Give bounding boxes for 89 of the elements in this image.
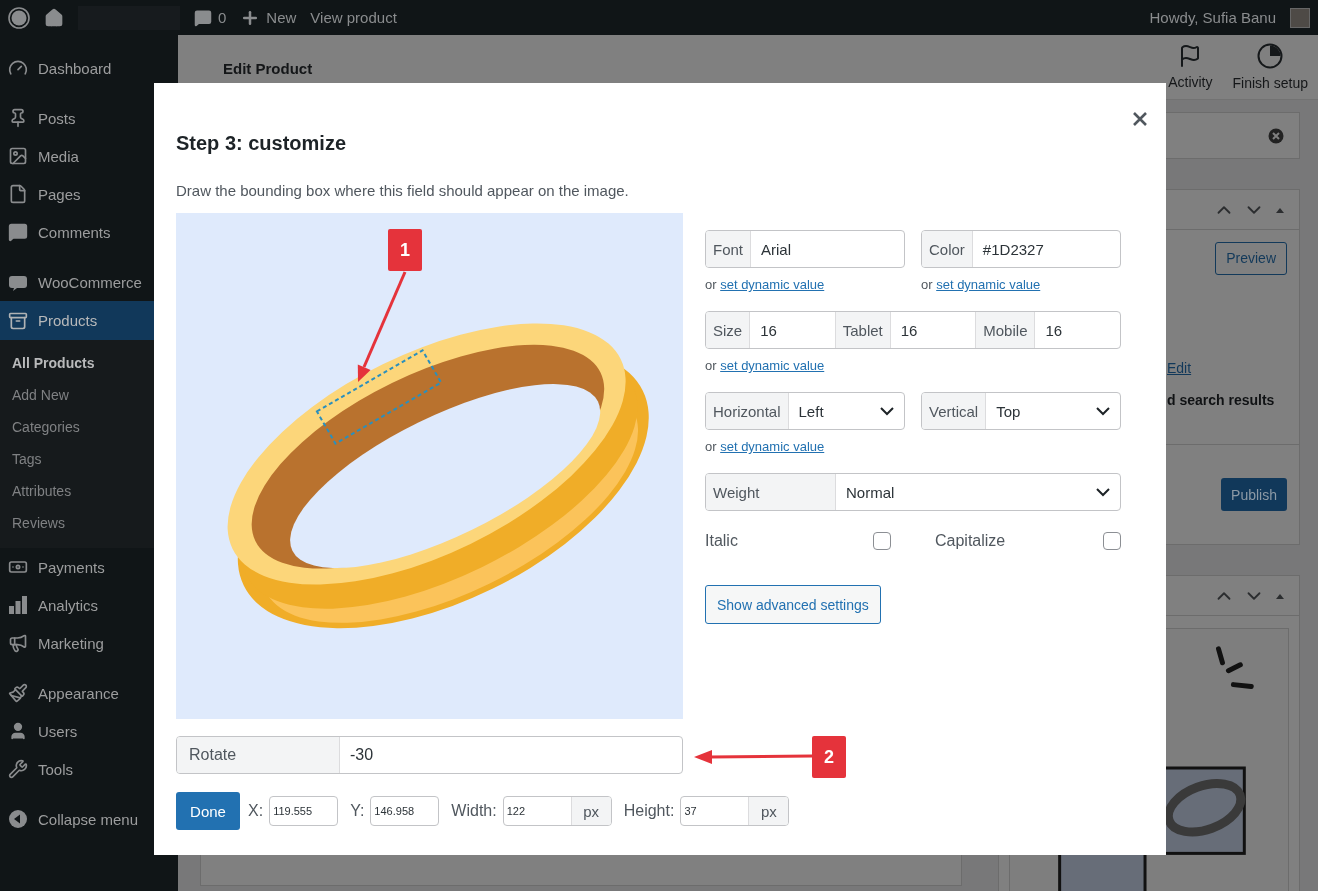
field-label: Size (706, 312, 751, 348)
text-field[interactable]: 16 (1035, 312, 1120, 348)
field-label: Tablet (835, 312, 891, 348)
text-field[interactable]: Arial (751, 231, 904, 267)
menu-item[interactable]: Analytics (0, 586, 178, 624)
home-icon[interactable] (44, 7, 64, 28)
collapse-menu-button[interactable]: Collapse menu (0, 800, 178, 838)
comment-icon (8, 222, 28, 242)
avatar[interactable] (1290, 7, 1310, 28)
dashboard-icon (8, 58, 28, 78)
number-field[interactable]: 119.555 (270, 797, 338, 825)
select-field[interactable]: Top (986, 393, 1120, 429)
dialog-description: Draw the bounding box where this field should appear on the image. (176, 181, 630, 201)
field-label: Horizontal (706, 393, 789, 429)
text-field[interactable]: #1D2327 (972, 231, 1120, 267)
header-action[interactable]: Activity (1158, 44, 1223, 90)
field-label: Color (922, 231, 973, 267)
close-icon (1133, 112, 1147, 126)
user-icon (8, 721, 28, 741)
field-label: Weight (706, 474, 836, 510)
dynamic-value-note: or set dynamic value (921, 276, 1042, 293)
text-field[interactable]: 16 (750, 312, 836, 348)
progress-icon (1257, 43, 1284, 69)
option-label: Italic (705, 532, 738, 550)
field-label: Mobile (976, 312, 1036, 348)
advanced-settings-button[interactable]: Show advanced settings (705, 585, 881, 624)
greeting[interactable]: Howdy, Sufia Banu (1149, 9, 1276, 26)
dialog-title: Step 3: customize (176, 131, 348, 156)
archive-icon (8, 310, 28, 331)
menu-item[interactable]: Marketing (0, 624, 178, 662)
chevron-down-icon (1096, 406, 1110, 416)
comment-icon (194, 8, 212, 27)
field-label: Font (706, 231, 751, 267)
dynamic-value-link[interactable]: set dynamic value (720, 439, 825, 454)
chevron-down-icon (1096, 487, 1110, 497)
dynamic-value-note: or set dynamic value (705, 357, 826, 374)
menu-item[interactable]: Appearance (0, 674, 178, 712)
select-field[interactable]: Normal (836, 474, 1120, 510)
view-product-link[interactable]: View product (310, 9, 397, 26)
wrench-icon (8, 759, 28, 779)
menu-item[interactable]: Comments (0, 213, 178, 251)
option-label: Capitalize (935, 532, 1006, 550)
page-title: Edit Product (223, 59, 313, 77)
dynamic-value-link[interactable]: set dynamic value (936, 277, 1041, 292)
menu-item[interactable]: Tools (0, 750, 178, 788)
coordinate-label: X: (248, 802, 264, 820)
number-field[interactable]: 37 (681, 797, 749, 825)
menu-item[interactable]: Posts (0, 99, 178, 137)
chevron-down-icon (880, 406, 894, 416)
select-field[interactable]: Left (788, 393, 904, 429)
field-label: Vertical (922, 393, 987, 429)
coordinate-label: Height: (623, 802, 675, 820)
menu-item[interactable]: Dashboard (0, 49, 178, 87)
menu-item[interactable]: Pages (0, 175, 178, 213)
checkbox[interactable] (1103, 532, 1121, 550)
new-link[interactable]: New (240, 7, 297, 28)
annotation-badge: 1 (388, 229, 422, 271)
menu-item[interactable]: Users (0, 712, 178, 750)
number-field[interactable]: 146.958 (371, 797, 439, 825)
wordpress-logo[interactable] (8, 6, 30, 29)
text-field[interactable]: -30 (340, 737, 682, 773)
coordinate-label: Y: (350, 802, 365, 820)
coordinate-label: Width: (451, 802, 497, 820)
megaphone-icon (8, 633, 28, 653)
comments-link[interactable]: 0 (194, 8, 227, 27)
annotation-badge: 2 (812, 736, 846, 778)
dynamic-value-note: or set dynamic value (705, 276, 826, 293)
menu-item[interactable]: WooCommerce (0, 263, 178, 301)
unit-label: px (748, 797, 789, 825)
clear-icon[interactable] (1268, 127, 1284, 144)
dynamic-value-note: or set dynamic value (705, 438, 826, 455)
dynamic-value-link[interactable]: set dynamic value (720, 277, 825, 292)
dynamic-value-link[interactable]: set dynamic value (720, 358, 825, 373)
checkbox[interactable] (873, 532, 891, 550)
field-label: Rotate (177, 737, 340, 773)
visibility-text: d search results (1167, 392, 1275, 408)
unit-label: px (570, 797, 611, 825)
bar-chart-icon (8, 595, 28, 615)
media-icon (8, 146, 28, 166)
menu-item[interactable]: Payments (0, 548, 178, 586)
done-button[interactable]: Done (176, 792, 240, 830)
page-icon (8, 184, 28, 204)
header-action[interactable]: Finish setup (1222, 43, 1318, 91)
pin-icon (8, 108, 28, 128)
paintbrush-icon (8, 683, 28, 703)
number-field[interactable]: 122 (503, 797, 571, 825)
publish-button[interactable]: Publish (1221, 478, 1287, 511)
bounding-box[interactable] (315, 349, 443, 445)
collapse-icon (8, 809, 28, 829)
